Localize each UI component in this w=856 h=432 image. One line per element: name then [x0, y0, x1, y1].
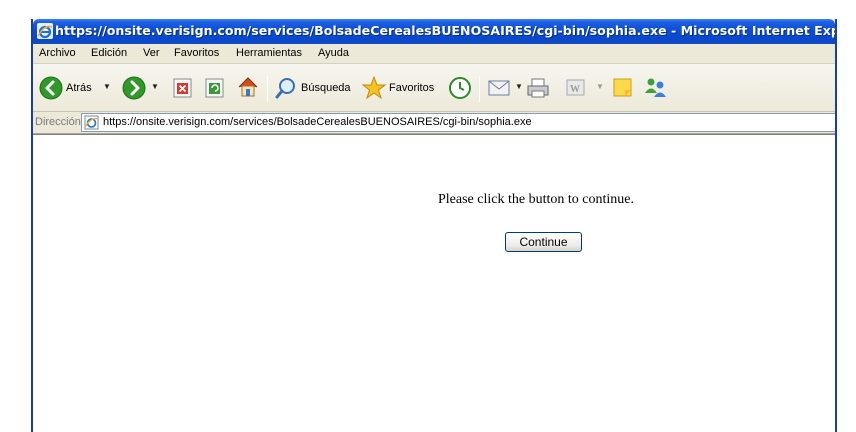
menu-bar: Archivo Edición Ver Favoritos Herramient… [33, 44, 835, 64]
svg-text:W: W [570, 84, 580, 95]
mail-icon[interactable] [487, 77, 513, 99]
refresh-icon[interactable] [205, 78, 225, 98]
menu-favoritos[interactable]: Favoritos [174, 47, 219, 59]
page-content: Please click the button to continue. Con… [33, 134, 835, 432]
history-icon[interactable] [448, 76, 472, 100]
messenger-icon[interactable] [643, 76, 669, 100]
toolbar: Atrás ▼ ▼ Búsqueda Favoritos ▼ W ▼ [33, 64, 835, 112]
forward-dropdown-icon[interactable]: ▼ [151, 82, 159, 91]
address-bar: Dirección https://onsite.verisign.com/se… [33, 112, 835, 134]
menu-archivo[interactable]: Archivo [39, 47, 76, 59]
menu-ver[interactable]: Ver [143, 47, 160, 59]
menu-herramientas[interactable]: Herramientas [236, 47, 302, 59]
search-label: Búsqueda [301, 82, 351, 94]
back-arrow-icon [39, 76, 63, 100]
address-label: Dirección [35, 116, 81, 128]
page-icon [84, 115, 99, 130]
favorites-label: Favoritos [389, 82, 435, 94]
browser-window: https://onsite.verisign.com/services/Bol… [31, 19, 837, 432]
toolbar-separator [479, 76, 480, 102]
mail-dropdown-icon[interactable]: ▼ [515, 82, 523, 91]
home-icon[interactable] [236, 75, 260, 99]
edit-word-icon[interactable]: W [566, 79, 586, 97]
toolbar-separator [267, 76, 268, 102]
title-bar[interactable]: https://onsite.verisign.com/services/Bol… [33, 19, 835, 44]
back-label: Atrás [66, 82, 92, 94]
address-input[interactable]: https://onsite.verisign.com/services/Bol… [81, 113, 835, 132]
address-url: https://onsite.verisign.com/services/Bol… [103, 116, 532, 128]
internet-explorer-icon [37, 23, 53, 39]
edit-dropdown-icon[interactable]: ▼ [596, 82, 604, 91]
menu-ayuda[interactable]: Ayuda [318, 47, 349, 59]
search-icon [275, 78, 295, 99]
back-dropdown-icon[interactable]: ▼ [103, 82, 111, 91]
print-icon[interactable] [526, 76, 550, 100]
star-icon [361, 75, 387, 100]
window-title: https://onsite.verisign.com/services/Bol… [55, 23, 837, 38]
forward-arrow-icon[interactable] [122, 76, 146, 100]
stop-icon[interactable] [173, 78, 193, 98]
continue-message: Please click the button to continue. [438, 192, 634, 207]
discuss-icon[interactable] [612, 77, 634, 99]
continue-button[interactable]: Continue [505, 232, 582, 252]
menu-edicion[interactable]: Edición [91, 47, 127, 59]
